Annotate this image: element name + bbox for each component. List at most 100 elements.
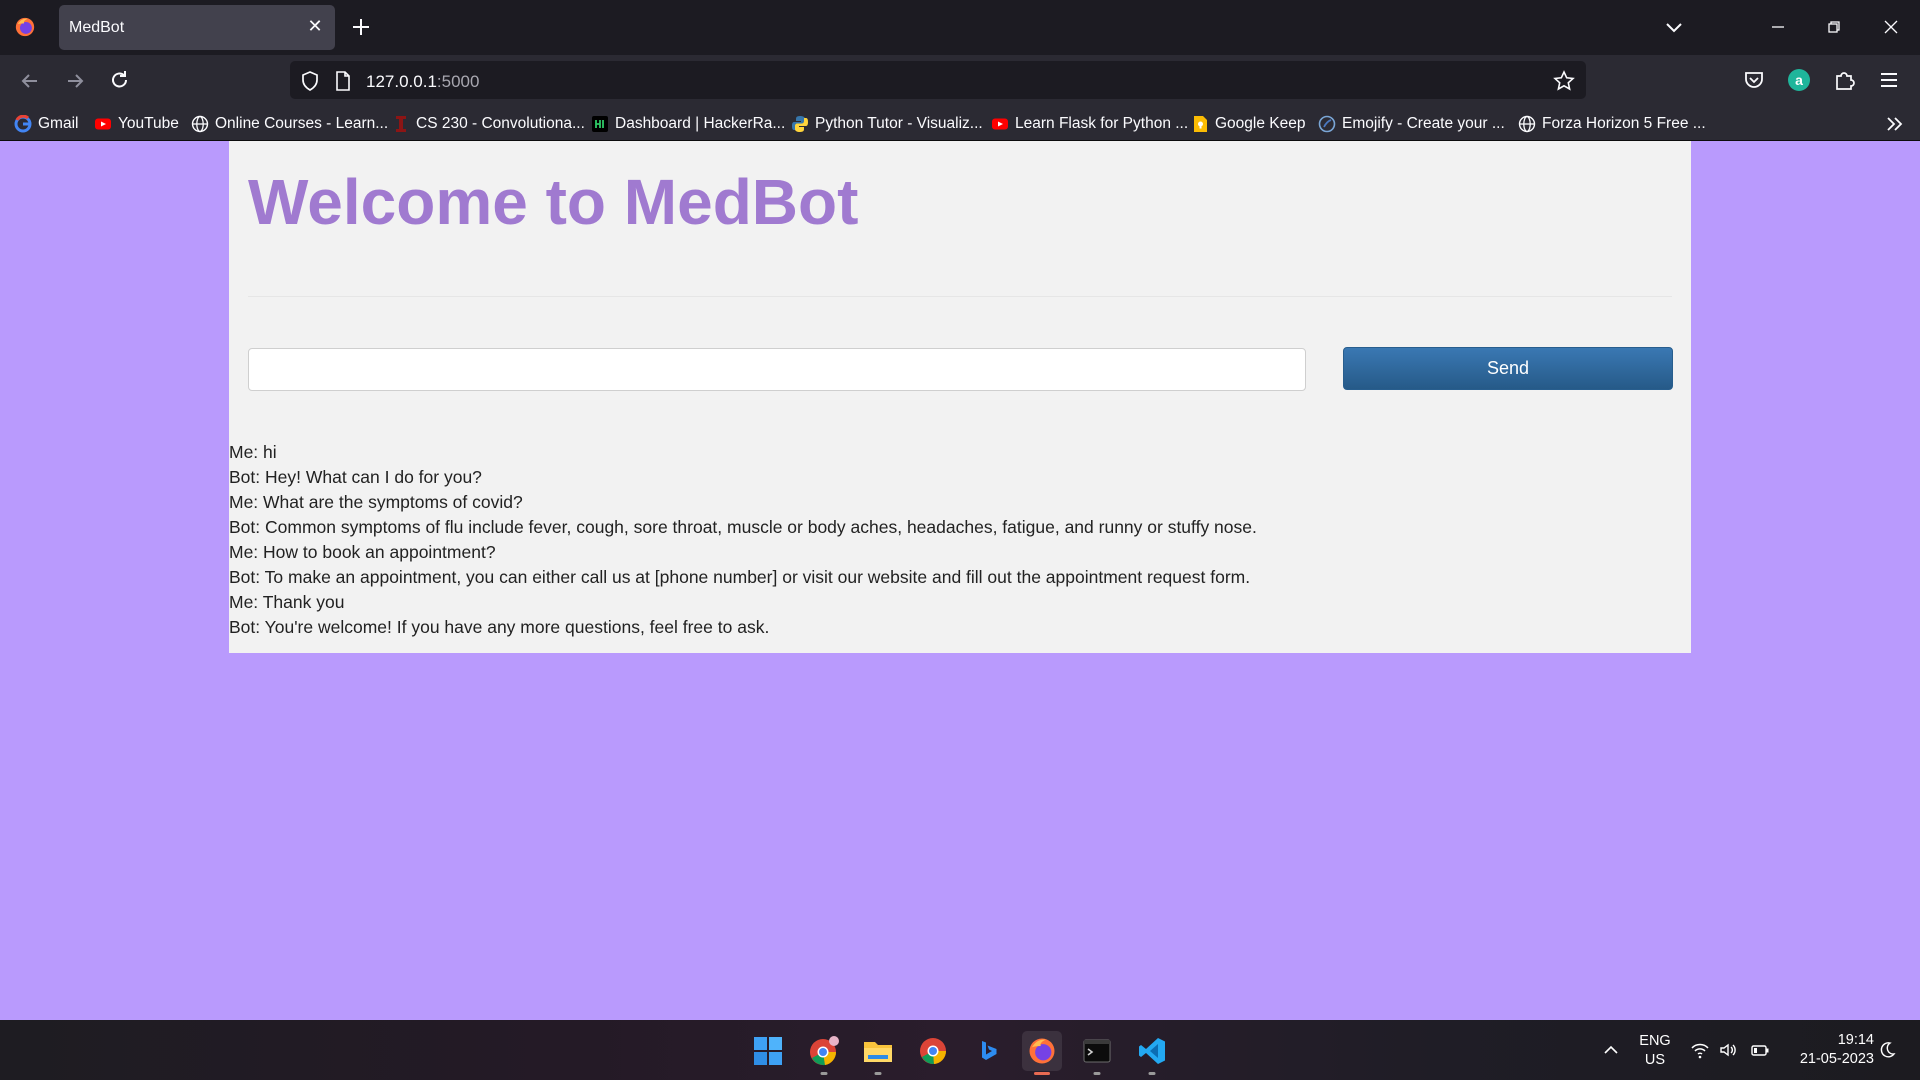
youtube-icon <box>992 118 1008 130</box>
taskbar-bing[interactable] <box>968 1031 1008 1071</box>
bookmark-google-keep[interactable]: Google Keep <box>1191 114 1306 134</box>
bookmark-label: Online Courses - Learn... <box>215 115 389 132</box>
taskbar-firefox[interactable] <box>1022 1031 1062 1075</box>
bookmark-label: Forza Horizon 5 Free ... <box>1542 115 1706 132</box>
taskbar-chrome-profile[interactable] <box>804 1031 844 1075</box>
extensions-puzzle-icon[interactable] <box>1831 67 1857 93</box>
clock[interactable]: 19:14 21-05-2023 <box>1780 1031 1874 1069</box>
hamburger-menu-icon[interactable] <box>1876 67 1902 93</box>
url-host: 127.0.0.1 <box>366 72 437 91</box>
chat-log: Me: hi Bot: Hey! What can I do for you? … <box>229 440 1669 640</box>
tracking-protection-shield-icon[interactable] <box>299 70 321 92</box>
python-icon <box>792 116 808 132</box>
start-button[interactable] <box>748 1031 788 1071</box>
url-text: 127.0.0.1:5000 <box>366 72 479 92</box>
forward-icon[interactable] <box>62 68 88 94</box>
taskbar-file-explorer[interactable] <box>858 1031 898 1075</box>
vscode-icon <box>1139 1038 1165 1064</box>
battery-icon[interactable] <box>1750 1040 1770 1060</box>
chat-message: Bot: Hey! What can I do for you? <box>229 467 482 487</box>
bookmark-label: Google Keep <box>1215 115 1306 132</box>
input-language[interactable]: ENG US <box>1632 1032 1678 1070</box>
region-label: US <box>1644 1052 1666 1068</box>
windows-start-icon <box>754 1037 782 1065</box>
clock-time: 19:14 <box>1837 1032 1874 1048</box>
address-bar[interactable]: 127.0.0.1:5000 <box>290 61 1586 99</box>
bookmark-star-icon[interactable] <box>1553 70 1575 92</box>
bookmark-label: Learn Flask for Python ... <box>1015 115 1189 132</box>
bookmark-label: YouTube <box>118 115 179 132</box>
chrome-profile-icon <box>810 1036 839 1066</box>
pocket-icon[interactable] <box>1741 67 1767 93</box>
bookmark-label: Python Tutor - Visualiz... <box>815 115 983 132</box>
bookmark-python-tutor[interactable]: Python Tutor - Visualiz... <box>791 114 983 134</box>
taskbar-vscode[interactable] <box>1132 1031 1172 1075</box>
bookmark-gmail[interactable]: Gmail <box>14 114 78 134</box>
list-all-tabs-icon[interactable] <box>1662 17 1686 37</box>
url-port: :5000 <box>436 72 480 91</box>
windows-taskbar: ENG US 19:14 21-05-2023 <box>0 1020 1920 1080</box>
firefox-menu-icon[interactable] <box>14 16 36 38</box>
message-input[interactable] <box>248 348 1306 391</box>
google-keep-icon <box>1194 116 1207 132</box>
chat-message: Me: How to book an appointment? <box>229 542 496 562</box>
bookmark-hackerrank[interactable]: Dashboard | HackerRa... <box>591 114 785 134</box>
wifi-icon[interactable] <box>1690 1040 1710 1060</box>
send-button[interactable]: Send <box>1343 347 1673 390</box>
bookmark-online-courses[interactable]: Online Courses - Learn... <box>191 114 388 134</box>
bookmark-youtube[interactable]: YouTube <box>94 114 179 134</box>
bookmark-emojify[interactable]: Emojify - Create your ... <box>1318 114 1505 134</box>
show-hidden-icons-chevron-icon[interactable] <box>1601 1040 1621 1060</box>
bookmark-learn-flask[interactable]: Learn Flask for Python ... <box>991 114 1188 134</box>
more-bookmarks-chevron-icon[interactable] <box>1884 114 1906 134</box>
bookmark-label: Emojify - Create your ... <box>1342 115 1505 132</box>
bookmarks-toolbar: Gmail YouTube Online Courses - Learn... … <box>0 105 1920 141</box>
bookmark-cs230[interactable]: CS 230 - Convolutiona... <box>392 114 585 134</box>
chat-message: Me: hi <box>229 442 277 462</box>
running-indicator <box>820 1072 828 1075</box>
active-indicator <box>1034 1072 1050 1075</box>
bookmark-label: Gmail <box>38 115 79 132</box>
language-label: ENG <box>1639 1033 1671 1049</box>
globe-icon <box>191 115 209 133</box>
running-indicator <box>1148 1072 1156 1075</box>
close-window-icon[interactable] <box>1878 14 1904 40</box>
running-indicator <box>1093 1072 1101 1075</box>
account-extension-icon[interactable]: a <box>1786 67 1812 93</box>
taskbar-chrome[interactable] <box>913 1031 953 1071</box>
chat-message: Bot: You're welcome! If you have any mor… <box>229 617 770 637</box>
svg-text:a: a <box>1795 72 1803 88</box>
browser-tab-bar: MedBot ✕ <box>0 0 1920 55</box>
bookmark-forza-horizon[interactable]: Forza Horizon 5 Free ... <box>1518 114 1706 134</box>
restore-icon[interactable] <box>1821 14 1847 40</box>
page-viewport: Welcome to MedBot Send Me: hi Bot: Hey! … <box>0 141 1920 1020</box>
chat-message: Bot: To make an appointment, you can eit… <box>229 567 1251 587</box>
minimize-icon[interactable] <box>1765 14 1791 40</box>
bookmark-label: Dashboard | HackerRa... <box>615 115 786 132</box>
hackerrank-icon <box>592 116 608 132</box>
file-explorer-icon <box>864 1042 892 1062</box>
medbot-container: Welcome to MedBot Send Me: hi Bot: Hey! … <box>229 141 1691 653</box>
volume-icon[interactable] <box>1718 1040 1738 1060</box>
bookmark-label: CS 230 - Convolutiona... <box>416 115 585 132</box>
new-tab-icon[interactable] <box>349 15 373 39</box>
tab-title: MedBot <box>69 19 125 36</box>
chat-message: Me: Thank you <box>229 592 345 612</box>
stanford-icon <box>396 116 406 132</box>
running-indicator <box>874 1072 882 1075</box>
taskbar-terminal[interactable] <box>1077 1031 1117 1075</box>
clock-date: 21-05-2023 <box>1799 1051 1874 1067</box>
tab-medbot[interactable]: MedBot ✕ <box>59 5 335 50</box>
bing-icon <box>982 1041 997 1060</box>
notifications-moon-icon[interactable] <box>1877 1040 1897 1060</box>
youtube-icon <box>95 118 111 130</box>
back-icon[interactable] <box>17 68 43 94</box>
reload-icon[interactable] <box>107 68 133 94</box>
tab-close-icon[interactable]: ✕ <box>305 16 325 36</box>
page-info-icon[interactable] <box>332 70 354 92</box>
firefox-icon <box>1029 1038 1055 1064</box>
globe-icon <box>1518 115 1536 133</box>
emojify-icon <box>1318 115 1336 133</box>
terminal-icon <box>1083 1039 1111 1063</box>
google-icon <box>14 115 32 133</box>
